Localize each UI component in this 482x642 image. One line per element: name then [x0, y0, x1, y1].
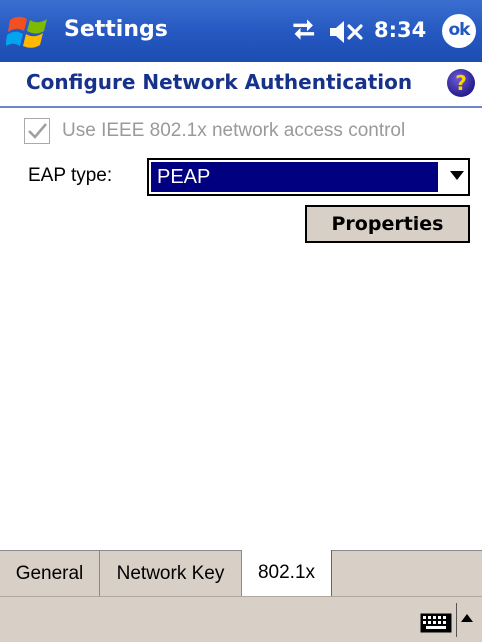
title-bar: Settings 8:34 ok	[0, 0, 482, 62]
ieee-8021x-checkbox[interactable]	[24, 118, 50, 144]
up-arrow-icon[interactable]	[461, 614, 473, 622]
menubar-divider	[456, 603, 457, 637]
volume-muted-icon[interactable]	[328, 18, 368, 46]
header-divider	[0, 106, 482, 108]
help-icon[interactable]: ?	[446, 68, 476, 98]
tab-bar: General Network Key 802.1x	[0, 550, 482, 596]
tab-8021x[interactable]: 802.1x	[242, 550, 332, 596]
pocket-pc-screen: Settings 8:34 ok Configure Network Authe…	[0, 0, 482, 642]
keyboard-icon[interactable]	[420, 613, 452, 633]
svg-text:?: ?	[455, 71, 467, 95]
properties-button[interactable]: Properties	[305, 205, 470, 243]
page-header: Configure Network Authentication ?	[0, 62, 482, 106]
tab-network-key[interactable]: Network Key	[100, 551, 242, 596]
page-title: Configure Network Authentication	[26, 70, 413, 94]
eap-type-value: PEAP	[151, 162, 438, 192]
menu-bar	[0, 596, 482, 642]
windows-flag-icon[interactable]	[5, 10, 52, 54]
ok-button[interactable]: ok	[442, 14, 476, 48]
window-title: Settings	[64, 17, 168, 42]
tab-general[interactable]: General	[0, 551, 100, 596]
chevron-down-icon[interactable]	[450, 171, 464, 180]
clock[interactable]: 8:34	[374, 18, 426, 42]
ieee-8021x-label: Use IEEE 802.1x network access control	[62, 120, 406, 141]
eap-type-dropdown[interactable]: PEAP	[147, 158, 470, 196]
connectivity-icon[interactable]	[290, 18, 320, 46]
eap-type-label: EAP type:	[28, 165, 113, 186]
